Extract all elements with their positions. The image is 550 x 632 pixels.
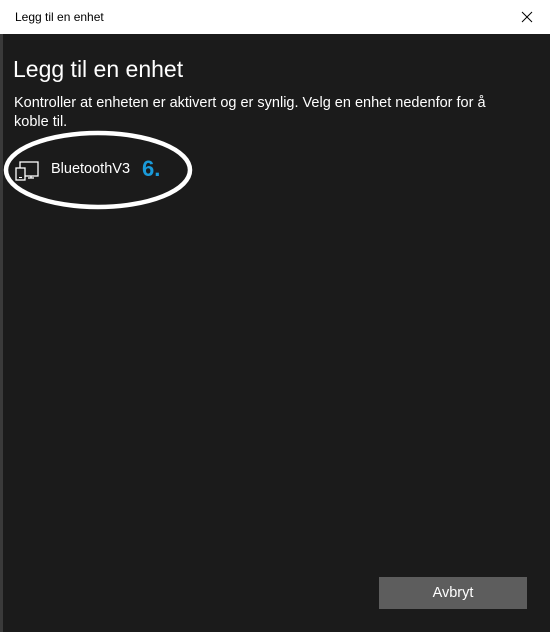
device-icon (15, 161, 39, 181)
title-bar: Legg til en enhet (0, 0, 550, 34)
add-device-dialog: Legg til en enhet Legg til en enhet Kont… (0, 0, 550, 632)
cancel-button[interactable]: Avbryt (379, 577, 527, 609)
instructions-text: Kontroller at enheten er aktivert og er … (14, 95, 486, 130)
device-name: BluetoothV3 (51, 161, 131, 177)
step-number-annotation: 6. (142, 156, 161, 181)
close-button[interactable] (504, 0, 550, 34)
close-icon (521, 11, 533, 23)
device-list-item[interactable]: BluetoothV3 (10, 150, 190, 190)
page-title: Legg til en enhet (13, 56, 184, 82)
window-edge (0, 34, 3, 632)
window-title: Legg til en enhet (15, 10, 104, 24)
